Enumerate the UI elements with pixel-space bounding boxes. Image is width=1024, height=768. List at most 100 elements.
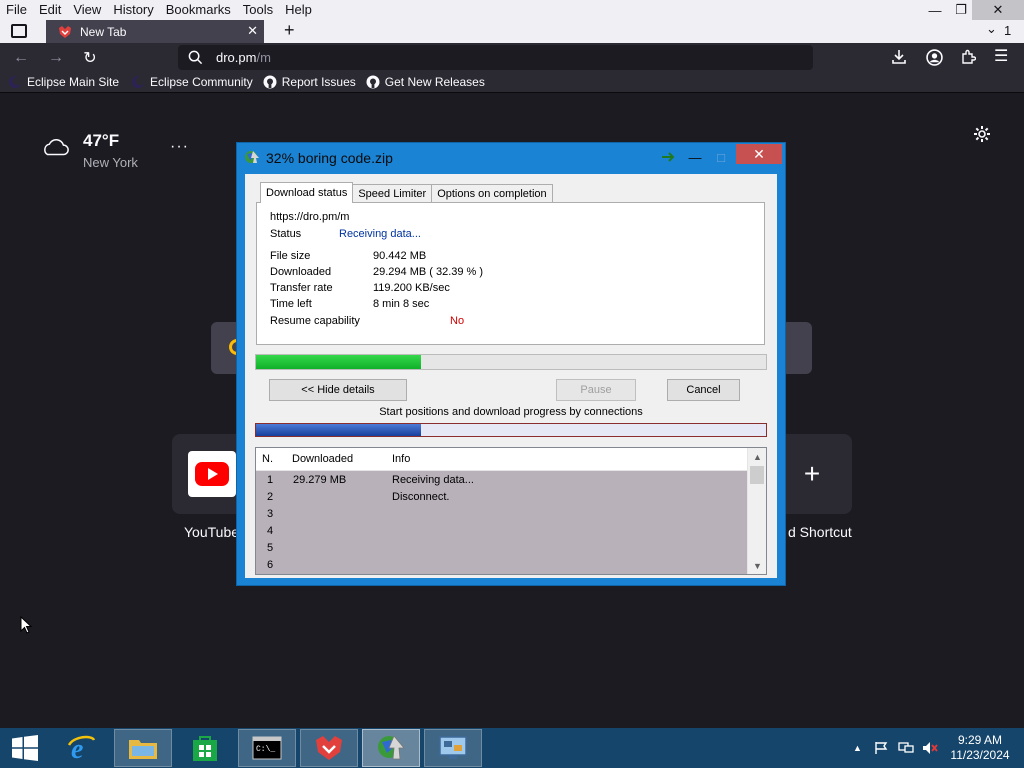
tab-bar: New Tab ✕ + ⌄ 1: [0, 20, 1024, 43]
column-number[interactable]: N.: [262, 453, 273, 465]
windows-start-icon[interactable]: [12, 735, 38, 761]
menu-view[interactable]: View: [67, 0, 107, 20]
tab-speed-limiter[interactable]: Speed Limiter: [352, 184, 433, 203]
tab-count: 1: [1004, 23, 1012, 38]
bookmark-label: Eclipse Main Site: [27, 75, 120, 89]
tab-options-on-completion[interactable]: Options on completion: [431, 184, 553, 203]
list-scrollbar[interactable]: ▲ ▼: [747, 448, 766, 574]
close-window-icon[interactable]: ✕: [972, 0, 1024, 20]
taskbar-command-prompt[interactable]: C:\_: [238, 729, 296, 767]
scroll-down-icon[interactable]: ▼: [748, 557, 767, 574]
scroll-thumb[interactable]: [750, 466, 764, 484]
back-arrow-icon[interactable]: ←: [10, 47, 32, 69]
show-hidden-icons-icon[interactable]: ▲: [853, 743, 862, 753]
menu-history[interactable]: History: [107, 0, 159, 20]
list-item[interactable]: 5: [256, 540, 748, 557]
dialog-titlebar[interactable]: 32% boring code.zip — □ ✕: [237, 143, 785, 171]
connections-list[interactable]: N. Downloaded Info 1 29.279 MB Receiving…: [255, 447, 767, 575]
downloaded-value: 29.294 MB ( 32.39 % ): [373, 266, 484, 278]
taskbar-file-explorer[interactable]: [114, 729, 172, 767]
action-center-flag-icon[interactable]: [874, 741, 888, 755]
url-path: /m: [256, 50, 271, 65]
transfer-rate-value: 119.200 KB/sec: [373, 282, 450, 294]
weather-temperature: 47°F: [83, 131, 120, 150]
windows-taskbar: e C:\_ ▲ 9:29 AM 11/23/2024: [0, 728, 1024, 768]
reload-icon[interactable]: ↻: [79, 47, 101, 69]
downloads-icon[interactable]: [891, 49, 907, 65]
account-icon[interactable]: [926, 49, 943, 66]
firefox-view-icon[interactable]: [11, 24, 27, 38]
new-tab-plus-icon[interactable]: +: [284, 20, 295, 41]
hide-details-button[interactable]: << Hide details: [269, 379, 407, 401]
plus-icon: +: [803, 458, 821, 489]
dialog-close-icon[interactable]: ✕: [736, 144, 782, 164]
column-info[interactable]: Info: [392, 453, 410, 465]
download-status-panel: https://dro.pm/m Status Receiving data..…: [256, 202, 765, 345]
bookmarks-toolbar: Eclipse Main Site Eclipse Community Repo…: [0, 72, 1024, 93]
cancel-button[interactable]: Cancel: [667, 379, 740, 401]
taskbar-download-manager[interactable]: [362, 729, 420, 767]
bookmark-eclipse-main-site[interactable]: Eclipse Main Site: [8, 75, 119, 89]
navigation-bar: ← → ↻ dro.pm/m ☰: [0, 43, 1024, 72]
pause-button: Pause: [556, 379, 636, 401]
mouse-cursor-icon: [20, 616, 32, 634]
menu-help[interactable]: Help: [279, 0, 318, 20]
taskbar-store[interactable]: [176, 729, 234, 767]
idm-globe-icon: [245, 151, 259, 163]
list-item[interactable]: 6: [256, 557, 748, 574]
youtube-icon: [188, 451, 236, 497]
connection-number: 3: [267, 508, 274, 520]
list-item[interactable]: 2 Disconnect.: [256, 489, 748, 506]
dialog-maximize-icon: □: [717, 149, 725, 165]
scroll-up-icon[interactable]: ▲: [748, 448, 767, 465]
menu-bookmarks[interactable]: Bookmarks: [160, 0, 237, 20]
url-host: dro.pm: [216, 50, 257, 65]
weather-city: New York: [83, 155, 138, 170]
store-icon: [193, 736, 217, 761]
hamburger-menu-icon[interactable]: ☰: [994, 46, 1008, 66]
shortcut-label-add: d Shortcut: [788, 524, 852, 540]
folder-icon: [129, 740, 157, 759]
gear-icon[interactable]: [972, 124, 992, 144]
volume-muted-icon[interactable]: [922, 741, 938, 755]
forward-arrow-icon[interactable]: →: [45, 47, 67, 69]
list-item[interactable]: 3: [256, 506, 748, 523]
file-size-value: 90.442 MB: [373, 250, 427, 262]
tab-close-icon[interactable]: ✕: [247, 23, 258, 39]
taskbar-clock[interactable]: 9:29 AM 11/23/2024: [944, 733, 1016, 763]
list-item[interactable]: 4: [256, 523, 748, 540]
taskbar-browser[interactable]: [300, 729, 358, 767]
pin-arrow-icon[interactable]: [661, 152, 677, 162]
status-label: Status: [270, 228, 302, 240]
menu-bar: File Edit View History Bookmarks Tools H…: [0, 0, 1024, 20]
connection-downloaded: 29.279 MB: [293, 474, 347, 486]
dialog-title: 32% boring code.zip: [266, 150, 393, 166]
menu-edit[interactable]: Edit: [33, 0, 67, 20]
cloud-icon: [44, 138, 69, 156]
extensions-icon[interactable]: [960, 49, 976, 65]
bookmark-report-issues[interactable]: Report Issues: [263, 75, 356, 89]
bookmark-get-new-releases[interactable]: Get New Releases: [366, 75, 485, 89]
connections-progress-bar: [255, 423, 767, 437]
tab-download-status[interactable]: Download status: [260, 182, 354, 203]
network-icon[interactable]: [898, 741, 914, 755]
weather-options-icon[interactable]: ···: [170, 138, 189, 156]
bookmark-eclipse-community[interactable]: Eclipse Community: [131, 75, 253, 89]
tab-list-chevron-icon[interactable]: ⌄: [986, 21, 997, 37]
url-bar[interactable]: dro.pm/m: [178, 45, 813, 70]
download-url: https://dro.pm/m: [270, 211, 350, 223]
list-item[interactable]: 1 29.279 MB Receiving data...: [256, 472, 748, 489]
dialog-tabs: Download status Speed Limiter Options on…: [260, 182, 553, 203]
menu-file[interactable]: File: [0, 0, 33, 20]
taskbar-internet-explorer[interactable]: e: [52, 729, 110, 767]
clock-time: 9:29 AM: [957, 733, 1003, 747]
menu-tools[interactable]: Tools: [237, 0, 279, 20]
dialog-minimize-icon[interactable]: —: [687, 147, 703, 167]
clock-date: 11/23/2024: [950, 748, 1010, 762]
taskbar-control-panel[interactable]: [424, 729, 482, 767]
tab-new-tab[interactable]: New Tab ✕: [46, 20, 264, 43]
connection-number: 4: [267, 525, 274, 537]
time-left-label: Time left: [270, 298, 312, 310]
github-icon: [366, 75, 380, 89]
column-downloaded[interactable]: Downloaded: [292, 453, 353, 465]
